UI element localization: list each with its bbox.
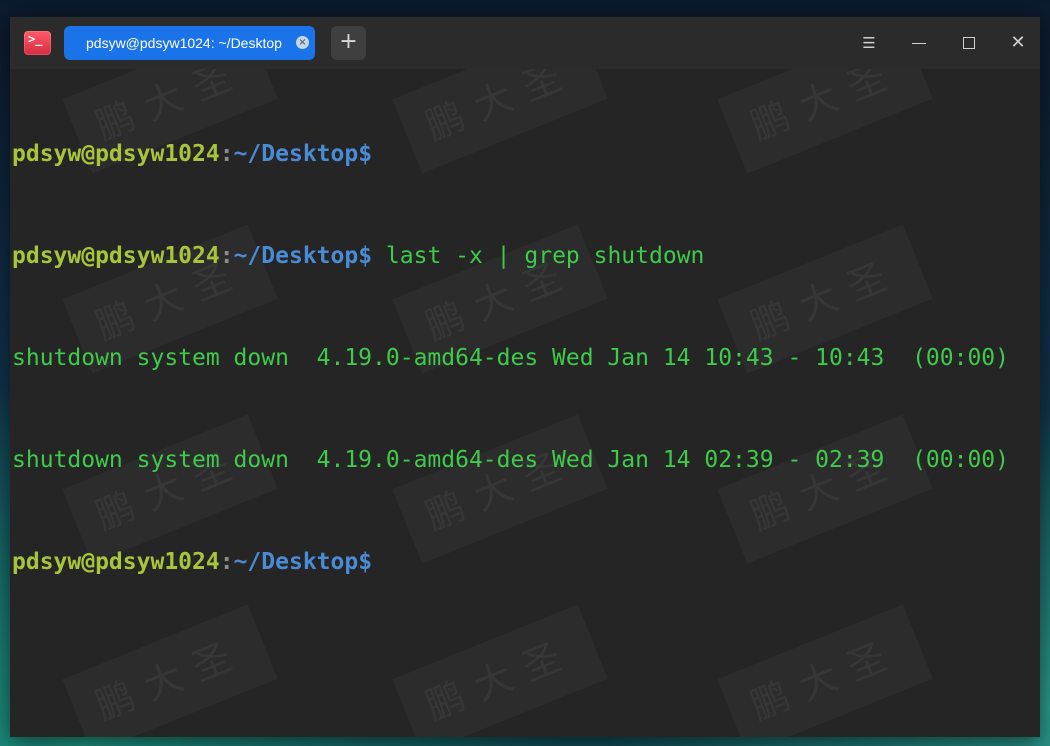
prompt-path: ~/Desktop bbox=[233, 141, 359, 167]
output-line: shutdown system down 4.19.0-amd64-des We… bbox=[12, 447, 1009, 473]
menu-icon[interactable]: ☰ bbox=[856, 31, 882, 55]
prompt-dollar: $ bbox=[358, 141, 373, 167]
terminal-app-icon: >_ bbox=[24, 31, 51, 55]
command-line: pdsyw@pdsyw1024:~/Desktop$ last -x | gre… bbox=[12, 239, 1009, 273]
prompt-dollar: $ bbox=[358, 549, 373, 575]
maximize-button[interactable] bbox=[956, 31, 982, 55]
terminal-window: >_ pdsyw@pdsyw1024: ~/Desktop × + ☰ ✕ 鹏大… bbox=[10, 17, 1040, 737]
prompt-user: pdsyw@pdsyw1024 bbox=[12, 243, 220, 269]
prompt-user: pdsyw@pdsyw1024 bbox=[12, 549, 220, 575]
tab-close-icon[interactable]: × bbox=[296, 36, 309, 49]
prompt-user: pdsyw@pdsyw1024 bbox=[12, 141, 220, 167]
prompt-line: pdsyw@pdsyw1024:~/Desktop$ bbox=[12, 545, 1009, 579]
prompt-path: ~/Desktop bbox=[233, 549, 359, 575]
terminal-area[interactable]: 鹏大圣 鹏大圣 鹏大圣 鹏大圣 鹏大圣 鹏大圣 鹏大圣 鹏大圣 鹏大圣 鹏大圣 … bbox=[10, 69, 1040, 737]
close-window-button[interactable]: ✕ bbox=[1005, 31, 1031, 55]
title-bar: >_ pdsyw@pdsyw1024: ~/Desktop × + ☰ ✕ bbox=[10, 17, 1040, 69]
command-text: last -x | grep shutdown bbox=[372, 243, 705, 269]
output-line: shutdown system down 4.19.0-amd64-des We… bbox=[12, 345, 1009, 371]
prompt-line: pdsyw@pdsyw1024:~/Desktop$ bbox=[12, 137, 1009, 171]
app-icon-glyph: >_ bbox=[28, 32, 43, 46]
minimize-icon bbox=[912, 43, 926, 44]
minimize-button[interactable] bbox=[906, 31, 932, 55]
maximize-icon bbox=[963, 37, 975, 49]
terminal-output: pdsyw@pdsyw1024:~/Desktop$ pdsyw@pdsyw10… bbox=[12, 69, 1009, 647]
new-tab-button[interactable]: + bbox=[331, 26, 366, 60]
prompt-path: ~/Desktop bbox=[233, 243, 359, 269]
prompt-separator: : bbox=[219, 549, 234, 575]
prompt-dollar: $ bbox=[358, 243, 373, 269]
tab-terminal-session[interactable]: pdsyw@pdsyw1024: ~/Desktop × bbox=[64, 26, 315, 60]
tab-title: pdsyw@pdsyw1024: ~/Desktop bbox=[86, 35, 282, 51]
prompt-separator: : bbox=[219, 243, 234, 269]
prompt-separator: : bbox=[219, 141, 234, 167]
